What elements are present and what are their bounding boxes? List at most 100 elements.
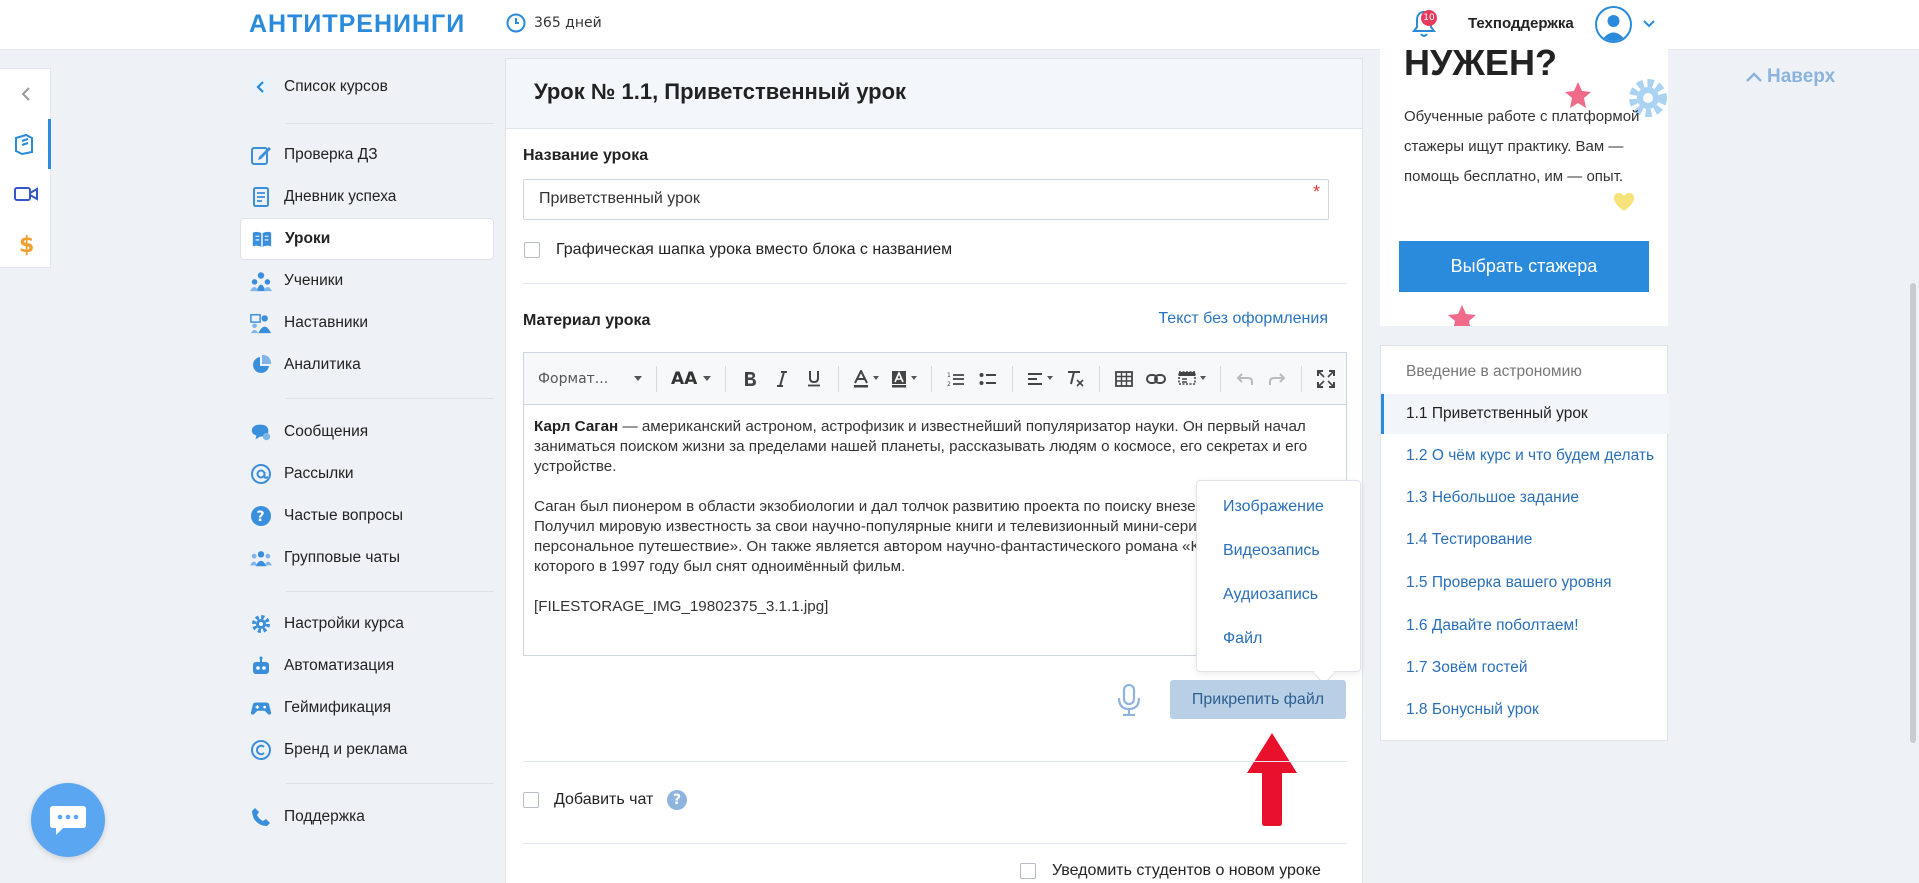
caret-down-icon <box>873 376 880 380</box>
numbered-list-button[interactable]: 12 <box>942 364 970 394</box>
sidebar-item-label: Групповые чаты <box>284 549 401 566</box>
rail-webinars[interactable] <box>0 169 51 219</box>
italic-button[interactable] <box>768 364 796 394</box>
chevron-up-icon <box>1746 72 1762 82</box>
sidebar-item-students[interactable]: Ученики <box>240 260 494 302</box>
lesson-item-1-4[interactable]: 1.4 Тестирование <box>1381 520 1669 560</box>
underline-button[interactable] <box>800 364 828 394</box>
notify-students-checkbox[interactable] <box>1020 863 1036 879</box>
material-label: Материал урока <box>523 312 651 329</box>
link-button[interactable] <box>1142 364 1170 394</box>
lesson-name-input[interactable]: Приветственный урок * <box>523 179 1329 220</box>
icon-rail: $ <box>0 68 51 268</box>
sidebar-item-label: Дневник успеха <box>284 188 397 205</box>
lesson-item-1-7[interactable]: 1.7 Зовём гостей <box>1381 648 1669 688</box>
sidebar-item-label: Геймификация <box>284 699 392 716</box>
divider <box>286 398 494 399</box>
sidebar-item-lessons[interactable]: Уроки <box>240 218 494 260</box>
scroll-to-top-button[interactable]: Наверх <box>1745 66 1835 88</box>
divider <box>725 365 727 392</box>
attach-audio-item[interactable]: Аудиозапись <box>1223 586 1318 604</box>
star-icon <box>1448 305 1476 326</box>
add-chat-checkbox[interactable] <box>523 792 539 808</box>
sidebar-item-label: Поддержка <box>284 808 365 825</box>
sidebar-item-faq[interactable]: ? Частые вопросы <box>240 495 494 537</box>
help-icon[interactable]: ? <box>667 790 687 810</box>
text-color-button[interactable] <box>849 364 883 394</box>
background-color-button[interactable] <box>887 364 921 394</box>
clear-format-button[interactable] <box>1061 364 1089 394</box>
sidebar-item-label: Сообщения <box>284 423 369 440</box>
rail-collapse[interactable] <box>0 69 51 119</box>
notify-students-label[interactable]: Уведомить студентов о новом уроке <box>1052 862 1321 880</box>
font-size-label: AA <box>671 368 698 389</box>
promo-text: Обученные работе с платформой стажеры ищ… <box>1404 108 1640 185</box>
attach-video-item[interactable]: Видеозапись <box>1223 542 1320 560</box>
robot-icon <box>250 655 272 677</box>
template-button[interactable] <box>1174 364 1210 394</box>
undo-icon <box>1236 372 1254 385</box>
subscription-days: 365 дней <box>506 13 602 33</box>
fullscreen-button[interactable] <box>1312 364 1340 394</box>
sidebar-item-brand[interactable]: Бренд и реклама <box>240 729 494 771</box>
divider <box>523 283 1347 284</box>
graphic-header-label[interactable]: Графическая шапка урока вместо блока с н… <box>556 241 952 259</box>
lesson-item-1-1[interactable]: 1.1 Приветственный урок <box>1381 394 1669 434</box>
format-dropdown[interactable]: Формат... <box>534 364 646 394</box>
red-arrow-annotation <box>1247 733 1297 826</box>
phone-icon <box>250 806 272 828</box>
avatar[interactable] <box>1595 6 1632 43</box>
user-name[interactable]: Техподдержка <box>1468 15 1574 32</box>
sidebar-item-course-list[interactable]: Список курсов <box>240 66 494 108</box>
sidebar-item-mailings[interactable]: Рассылки <box>240 453 494 495</box>
attach-file-item[interactable]: Файл <box>1223 630 1262 648</box>
choose-intern-button[interactable]: Выбрать стажера <box>1399 241 1649 292</box>
plain-text-link[interactable]: Текст без оформления <box>1158 310 1328 328</box>
microphone-icon[interactable] <box>1117 684 1141 716</box>
graphic-header-checkbox[interactable] <box>524 242 540 258</box>
bold-button[interactable] <box>736 364 764 394</box>
sidebar-item-homework[interactable]: Проверка ДЗ <box>240 134 494 176</box>
caret-down-icon <box>1047 376 1054 380</box>
students-icon <box>250 270 272 292</box>
lesson-item-1-6[interactable]: 1.6 Давайте поболтаем! <box>1381 606 1669 646</box>
sidebar-item-course-settings[interactable]: Настройки курса <box>240 603 494 645</box>
lesson-item-1-5[interactable]: 1.5 Проверка вашего уровня <box>1381 563 1669 603</box>
logo[interactable]: АНТИТРЕНИНГИ <box>249 10 465 39</box>
chevron-down-icon[interactable] <box>1642 16 1656 30</box>
page-scrollbar[interactable] <box>1910 283 1916 743</box>
attach-file-button[interactable]: Прикрепить файл <box>1170 680 1346 719</box>
font-size-dropdown[interactable]: AA <box>667 364 715 394</box>
numbered-list-icon: 12 <box>947 372 965 387</box>
lesson-item-1-8[interactable]: 1.8 Бонусный урок <box>1381 690 1669 730</box>
rail-courses[interactable] <box>0 119 51 169</box>
required-mark: * <box>1312 182 1320 202</box>
chat-bubble-icon <box>50 806 86 835</box>
template-icon <box>1178 370 1197 385</box>
chat-button[interactable] <box>31 783 105 857</box>
table-button[interactable] <box>1110 364 1138 394</box>
bullet-list-icon <box>979 372 997 385</box>
italic-icon <box>777 370 788 387</box>
sidebar-item-mentors[interactable]: Наставники <box>240 302 494 344</box>
bullet-list-button[interactable] <box>974 364 1002 394</box>
sidebar-item-gamification[interactable]: Геймификация <box>240 687 494 729</box>
sidebar-item-messages[interactable]: Сообщения <box>240 411 494 453</box>
sidebar-item-automation[interactable]: Автоматизация <box>240 645 494 687</box>
lesson-item-1-3[interactable]: 1.3 Небольшое задание <box>1381 478 1669 518</box>
add-chat-label[interactable]: Добавить чат <box>554 791 653 809</box>
redo-button[interactable] <box>1263 364 1291 394</box>
sidebar-item-group-chats[interactable]: Групповые чаты <box>240 537 494 579</box>
lesson-item-1-2[interactable]: 1.2 О чём курс и что будем делать <box>1381 436 1669 476</box>
undo-button[interactable] <box>1231 364 1259 394</box>
attach-image-item[interactable]: Изображение <box>1223 498 1324 516</box>
divider <box>931 365 933 392</box>
rail-finance[interactable]: $ <box>0 219 51 269</box>
align-button[interactable] <box>1023 364 1057 394</box>
sidebar-item-support[interactable]: Поддержка <box>240 796 494 838</box>
sidebar-item-analytics[interactable]: Аналитика <box>240 344 494 386</box>
divider <box>1220 365 1222 392</box>
clock-icon <box>506 13 526 33</box>
sidebar-item-diary[interactable]: Дневник успеха <box>240 176 494 218</box>
format-label: Формат... <box>538 370 609 387</box>
